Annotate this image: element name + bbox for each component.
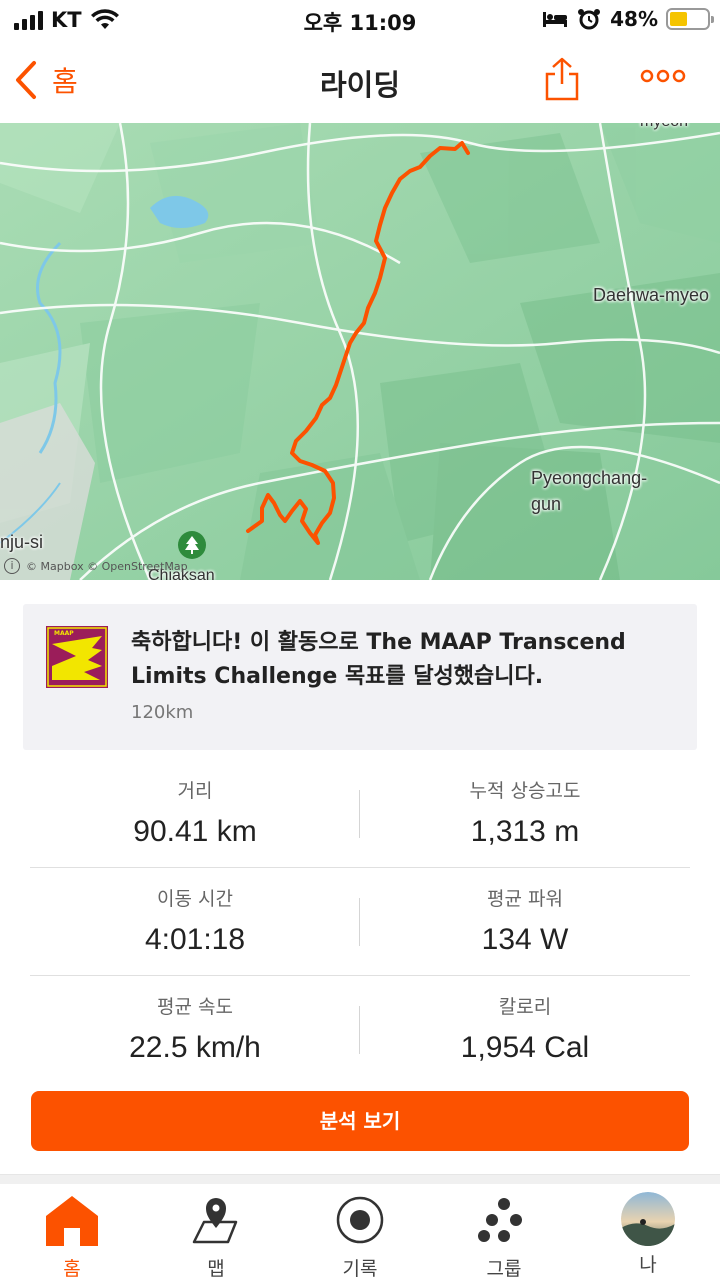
stat-value: 22.5 km/h xyxy=(129,1031,261,1064)
record-icon xyxy=(336,1196,384,1244)
nav-bar: 홈 라이딩 xyxy=(0,40,720,122)
map-icon xyxy=(192,1198,238,1244)
achievement-card[interactable]: MAAP 축하합니다! 이 활동으로 The MAAP Transcend Li… xyxy=(23,604,697,750)
battery-level xyxy=(670,12,688,26)
groups-icon xyxy=(478,1198,522,1242)
stats-row: 거리 90.41 km 누적 상승고도 1,313 m xyxy=(30,760,690,868)
stat-divider xyxy=(359,790,360,838)
tab-profile[interactable]: 나 xyxy=(576,1184,720,1280)
tab-label: 그룹 xyxy=(486,1258,522,1280)
stat-label: 이동 시간 xyxy=(157,888,233,910)
tab-label: 홈 xyxy=(63,1258,81,1280)
battery-percent: 48% xyxy=(610,7,658,31)
status-bar: KT 오후 11:09 48% xyxy=(0,0,720,40)
stat-value: 90.41 km xyxy=(133,815,257,848)
achievement-message: 축하합니다! 이 활동으로 The MAAP Transcend Limits … xyxy=(131,630,626,689)
achievement-goal: 120km xyxy=(131,702,194,723)
alarm-icon xyxy=(578,9,601,30)
tab-label: 맵 xyxy=(207,1258,225,1280)
bed-icon xyxy=(543,12,568,27)
park-icon xyxy=(178,531,206,559)
map-label-daehwa: Daehwa-myeo xyxy=(593,285,710,305)
home-icon xyxy=(46,1196,98,1246)
tab-record[interactable]: 기록 xyxy=(288,1184,432,1280)
stat-value: 1,313 m xyxy=(470,815,580,848)
stat-elevation-gain: 누적 상승고도 1,313 m xyxy=(360,760,690,867)
info-icon[interactable]: i xyxy=(4,558,20,574)
stat-divider xyxy=(359,1006,360,1054)
route-map[interactable]: Daehwa-myeo Pyeongchang- gun nju-si Chia… xyxy=(0,123,720,580)
avatar xyxy=(621,1192,675,1246)
svg-text:MAAP: MAAP xyxy=(54,630,74,637)
map-attribution[interactable]: i © Mapbox © OpenStreetMap xyxy=(4,558,188,574)
tab-bar: 홈 맵 기록 그룹 나 xyxy=(0,1184,720,1280)
stat-value: 1,954 Cal xyxy=(460,1031,590,1064)
stat-avg-speed: 평균 속도 22.5 km/h xyxy=(30,976,360,1084)
stats-row: 평균 속도 22.5 km/h 칼로리 1,954 Cal xyxy=(30,976,690,1084)
stat-avg-power: 평균 파워 134 W xyxy=(360,868,690,975)
stat-value: 4:01:18 xyxy=(144,923,246,956)
stat-divider xyxy=(359,898,360,946)
status-right: 48% xyxy=(542,7,714,31)
map-label-top: myeon xyxy=(640,123,688,135)
battery-icon xyxy=(666,8,714,30)
tab-label: 나 xyxy=(639,1254,657,1276)
stat-moving-time: 이동 시간 4:01:18 xyxy=(30,868,360,975)
stats-row: 이동 시간 4:01:18 평균 파워 134 W xyxy=(30,868,690,976)
more-options-icon[interactable] xyxy=(640,68,686,84)
tab-map[interactable]: 맵 xyxy=(144,1184,288,1280)
stat-calories: 칼로리 1,954 Cal xyxy=(360,976,690,1084)
share-icon[interactable] xyxy=(542,56,582,102)
stat-value: 134 W xyxy=(481,923,569,956)
section-divider xyxy=(0,1174,720,1184)
map-label-wonju: nju-si xyxy=(0,532,44,552)
stat-label: 칼로리 xyxy=(498,996,552,1018)
tab-label: 기록 xyxy=(342,1258,378,1280)
stat-label: 평균 파워 xyxy=(487,888,563,910)
tab-home[interactable]: 홈 xyxy=(0,1184,144,1280)
stat-distance: 거리 90.41 km xyxy=(30,760,360,867)
attribution-text: © Mapbox © OpenStreetMap xyxy=(26,559,188,573)
view-analysis-button[interactable]: 분석 보기 xyxy=(31,1091,689,1151)
stats-grid: 거리 90.41 km 누적 상승고도 1,313 m 이동 시간 4:01:1… xyxy=(30,760,690,1084)
map-label-pyeongchang: Pyeongchang- gun xyxy=(531,468,648,514)
stat-label: 누적 상승고도 xyxy=(469,780,581,802)
stat-label: 평균 속도 xyxy=(157,996,233,1018)
challenge-badge-icon: MAAP xyxy=(46,626,108,688)
tab-groups[interactable]: 그룹 xyxy=(432,1184,576,1280)
stat-label: 거리 xyxy=(177,780,213,802)
page-title: 라이딩 xyxy=(319,68,401,102)
